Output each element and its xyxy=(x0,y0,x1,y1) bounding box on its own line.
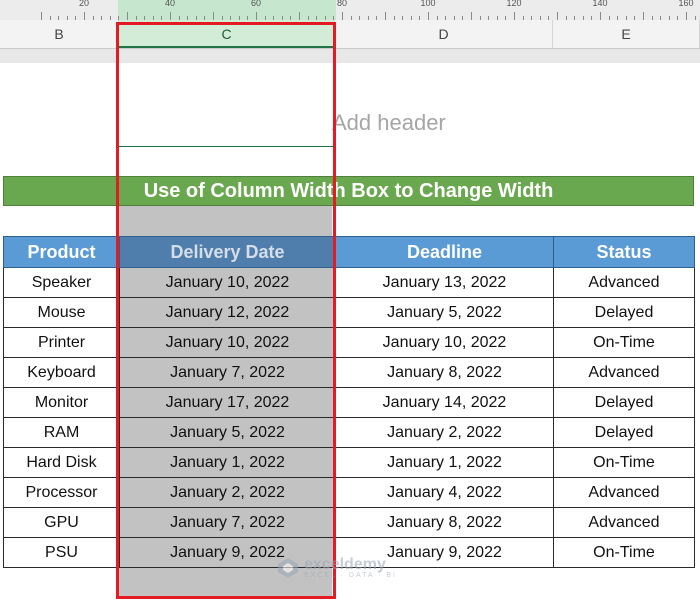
ruler-tick xyxy=(299,12,300,20)
ruler-tick xyxy=(514,12,515,20)
cell-deadline[interactable]: January 10, 2022 xyxy=(335,327,554,358)
ruler-tick xyxy=(41,12,42,20)
column-header-c[interactable]: C xyxy=(119,20,335,48)
header-cell-underline xyxy=(119,146,333,147)
cell-delivery-date[interactable]: January 7, 2022 xyxy=(119,357,336,388)
table-row: RAM January 5, 2022 January 2, 2022 Delayed xyxy=(3,417,695,448)
cell-deadline[interactable]: January 13, 2022 xyxy=(335,267,554,298)
horizontal-ruler: 20 40 60 80 100 120 140 160 xyxy=(0,0,700,21)
cell-deadline[interactable]: January 8, 2022 xyxy=(335,357,554,388)
cell-deadline[interactable]: January 1, 2022 xyxy=(335,447,554,478)
cell-product[interactable]: PSU xyxy=(3,537,120,568)
cell-deadline[interactable]: January 8, 2022 xyxy=(335,507,554,538)
column-header-e[interactable]: E xyxy=(553,20,700,48)
ruler-label: 20 xyxy=(78,0,90,8)
ruler-selection-highlight xyxy=(118,0,336,20)
ruler-label: 60 xyxy=(250,0,262,8)
cell-status[interactable]: Advanced xyxy=(553,357,695,388)
cell-delivery-date[interactable]: January 7, 2022 xyxy=(119,507,336,538)
ruler-tick xyxy=(428,12,429,20)
ruler-label: 40 xyxy=(164,0,176,8)
table-row: GPU January 7, 2022 January 8, 2022 Advance… xyxy=(3,507,695,538)
table-row: Processor January 2, 2022 January 4, 2022 A… xyxy=(3,477,695,508)
column-header-d[interactable]: D xyxy=(335,20,553,48)
ruler-tick xyxy=(170,12,171,20)
table-row: Monitor January 17, 2022 January 14, 2022 D… xyxy=(3,387,695,418)
table-row: Keyboard January 7, 2022 January 8, 2022 Ad… xyxy=(3,357,695,388)
cell-delivery-date[interactable]: January 1, 2022 xyxy=(119,447,336,478)
column-header-bar: B C D E xyxy=(0,20,700,49)
ruler-label: 140 xyxy=(592,0,608,8)
cell-delivery-date[interactable]: January 17, 2022 xyxy=(119,387,336,418)
cell-product[interactable]: RAM xyxy=(3,417,120,448)
ruler-label: 80 xyxy=(336,0,348,8)
table-row: Printer January 10, 2022 January 10, 2022 O… xyxy=(3,327,695,358)
cell-status[interactable]: Advanced xyxy=(553,507,695,538)
table-row: Mouse January 12, 2022 January 5, 2022 Dela… xyxy=(3,297,695,328)
ruler-tick xyxy=(557,12,558,20)
exceldemy-logo-icon xyxy=(278,558,298,578)
watermark-tagline: EXCEL · DATA · BI xyxy=(304,571,397,579)
ruler-tick xyxy=(471,12,472,20)
selected-column-shade xyxy=(119,206,332,236)
cell-product[interactable]: Mouse xyxy=(3,297,120,328)
cell-status[interactable]: On-Time xyxy=(553,447,695,478)
page-break-gap xyxy=(0,49,700,63)
cell-product[interactable]: GPU xyxy=(3,507,120,538)
header-delivery-date[interactable]: Delivery Date xyxy=(119,236,336,268)
cell-delivery-date[interactable]: January 12, 2022 xyxy=(119,297,336,328)
header-deadline[interactable]: Deadline xyxy=(335,236,554,268)
cell-deadline[interactable]: January 5, 2022 xyxy=(335,297,554,328)
ruler-tick xyxy=(600,12,601,20)
ruler-tick xyxy=(686,12,687,20)
header-product[interactable]: Product xyxy=(3,236,120,268)
watermark: exceldemy EXCEL · DATA · BI xyxy=(276,556,397,580)
cell-deadline[interactable]: January 4, 2022 xyxy=(335,477,554,508)
ruler-label: 160 xyxy=(678,0,694,8)
cell-status[interactable]: Delayed xyxy=(553,387,695,418)
ruler-tick xyxy=(127,12,128,20)
ruler-tick xyxy=(84,12,85,20)
table-header-row: Product Delivery Date Deadline Status xyxy=(3,236,695,268)
cell-product[interactable]: Keyboard xyxy=(3,357,120,388)
cell-deadline[interactable]: January 14, 2022 xyxy=(335,387,554,418)
cell-product[interactable]: Hard Disk xyxy=(3,447,120,478)
watermark-name: exceldemy xyxy=(304,555,386,573)
sheet-title: Use of Column Width Box to Change Width xyxy=(3,176,694,206)
cell-delivery-date[interactable]: January 10, 2022 xyxy=(119,267,336,298)
ruler-tick xyxy=(342,12,343,20)
cell-delivery-date[interactable]: January 5, 2022 xyxy=(119,417,336,448)
cell-deadline[interactable]: January 2, 2022 xyxy=(335,417,554,448)
ruler-tick xyxy=(385,12,386,20)
cell-product[interactable]: Processor xyxy=(3,477,120,508)
ruler-tick xyxy=(213,12,214,20)
cell-status[interactable]: Advanced xyxy=(553,267,695,298)
cell-status[interactable]: Advanced xyxy=(553,477,695,508)
cell-delivery-date[interactable]: January 10, 2022 xyxy=(119,327,336,358)
cell-status[interactable]: On-Time xyxy=(553,327,695,358)
table-row: Hard Disk January 1, 2022 January 1, 2022 O… xyxy=(3,447,695,478)
column-header-b[interactable]: B xyxy=(0,20,119,48)
data-table: Product Delivery Date Deadline Status Sp… xyxy=(3,236,695,568)
cell-status[interactable]: Delayed xyxy=(553,417,695,448)
ruler-label: 100 xyxy=(420,0,436,8)
cell-product[interactable]: Printer xyxy=(3,327,120,358)
table-row: Speaker January 10, 2022 January 13, 2022 A… xyxy=(3,267,695,298)
cell-delivery-date[interactable]: January 2, 2022 xyxy=(119,477,336,508)
ruler-tick xyxy=(256,12,257,20)
ruler-label: 120 xyxy=(506,0,522,8)
ruler-tick xyxy=(643,12,644,20)
add-header-placeholder[interactable]: Add header xyxy=(332,110,446,136)
header-status[interactable]: Status xyxy=(553,236,695,268)
cell-status[interactable]: On-Time xyxy=(553,537,695,568)
cell-product[interactable]: Speaker xyxy=(3,267,120,298)
cell-product[interactable]: Monitor xyxy=(3,387,120,418)
cell-status[interactable]: Delayed xyxy=(553,297,695,328)
